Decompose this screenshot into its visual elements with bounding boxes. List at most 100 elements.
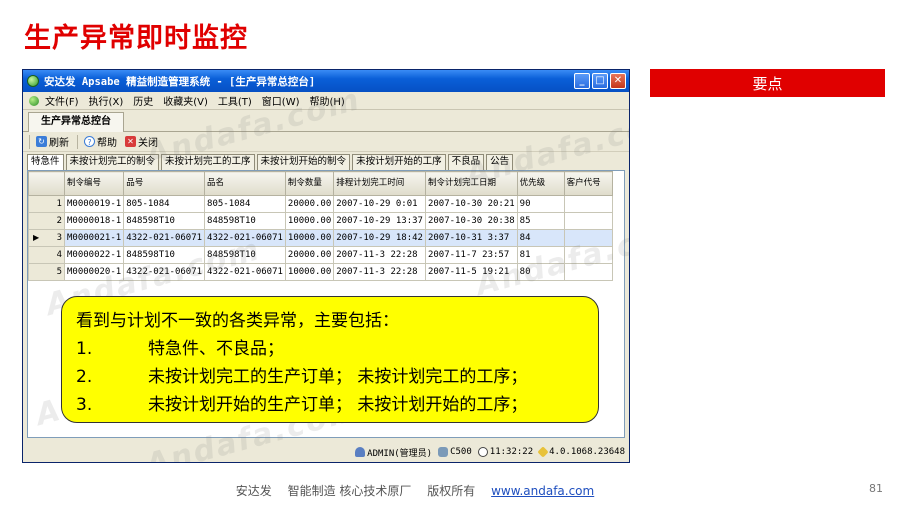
document-tab-strip: 生产异常总控台 [23, 110, 629, 132]
column-header[interactable]: 制令计划完工日期 [424, 171, 518, 196]
tab-defects[interactable]: 不良品 [447, 154, 485, 170]
table-cell[interactable]: 2007-11-3 22:28 [333, 263, 426, 281]
table-cell[interactable]: 848598T10 [204, 212, 286, 230]
tab-process-late-start[interactable]: 未按计划开始的工序 [352, 154, 446, 170]
tab-exception-console[interactable]: 生产异常总控台 [28, 112, 124, 132]
close-button[interactable]: ✕ 关闭 [125, 134, 158, 149]
menu-execute[interactable]: 执行(X) [89, 93, 124, 108]
filter-tab-bar: 特急件 未按计划完工的制令 未按计划完工的工序 未按计划开始的制令 未按计划开始… [23, 154, 629, 170]
menu-tools[interactable]: 工具(T) [218, 93, 252, 108]
table-cell[interactable]: 4322-021-06071 [123, 263, 206, 281]
row-number[interactable]: ▶ 3 [28, 229, 65, 247]
table-cell[interactable]: 2007-10-29 13:37 [333, 212, 426, 230]
column-header[interactable]: 优先级 [516, 171, 565, 196]
table-cell[interactable]: 2007-11-7 23:57 [424, 246, 518, 264]
footer-link[interactable]: www.andafa.com [491, 484, 594, 498]
table-cell[interactable]: 85 [516, 212, 565, 230]
table-cell[interactable]: M0000019-1 [63, 195, 125, 213]
tab-order-late-finish[interactable]: 未按计划完工的制令 [65, 154, 160, 170]
table-row[interactable]: 5 M0000020-1 4322-021-06071 4322-021-06071 1… [28, 263, 613, 281]
table-cell[interactable]: 2007-10-29 0:01 [333, 195, 426, 213]
table-cell[interactable]: 84 [516, 229, 565, 247]
menu-logo-icon [29, 95, 39, 106]
toolbar-separator [77, 134, 78, 149]
table-cell [334, 281, 426, 298]
table-cell[interactable]: 20000.00 [284, 246, 335, 264]
table-cell[interactable] [563, 246, 613, 264]
table-cell[interactable]: M0000022-1 [63, 246, 125, 264]
menu-favorites[interactable]: 收藏夹(V) [163, 93, 208, 108]
row-pointer-icon: ▶ [33, 233, 40, 242]
table-cell[interactable] [563, 229, 613, 247]
row-number[interactable]: 2 [28, 212, 65, 230]
close-icon[interactable]: ✕ [610, 73, 626, 89]
row-number [28, 314, 65, 332]
menu-window[interactable]: 窗口(W) [262, 93, 300, 108]
menu-help[interactable]: 帮助(H) [310, 93, 345, 108]
tab-urgent[interactable]: 特急件 [27, 154, 64, 170]
table-cell[interactable] [563, 263, 613, 281]
table-cell[interactable]: 805-1084 [123, 195, 206, 213]
tab-process-late-finish[interactable]: 未按计划完工的工序 [161, 154, 255, 170]
window-title-bar[interactable]: 安达发 Apsabe 精益制造管理系统 - [生产异常总控台] _ □ ✕ [23, 70, 629, 92]
table-cell[interactable]: 10000.00 [284, 212, 335, 230]
table-cell[interactable]: 10000.00 [284, 263, 335, 281]
slide-title: 生产异常即时监控 [24, 23, 248, 54]
menu-file[interactable]: 文件(F) [45, 93, 79, 108]
table-cell[interactable]: 848598T10 [123, 246, 206, 264]
table-cell[interactable]: 4322-021-06071 [204, 229, 286, 247]
table-cell[interactable]: 80 [516, 263, 565, 281]
table-cell[interactable]: 848598T10 [204, 246, 286, 264]
table-cell[interactable]: 20000.00 [284, 195, 335, 213]
column-header[interactable]: 制令数量 [284, 171, 335, 196]
callout-item-number: 2. [76, 367, 93, 387]
column-header[interactable]: 品名 [204, 171, 286, 196]
table-cell[interactable]: M0000018-1 [63, 212, 125, 230]
column-header[interactable]: 客户代号 [563, 171, 613, 196]
column-header[interactable]: 品号 [123, 171, 206, 196]
table-row[interactable]: 4 M0000022-1 848598T10 848598T10 20000.00 200… [28, 246, 613, 264]
table-cell[interactable]: 4322-021-06071 [123, 229, 206, 247]
row-number[interactable]: 1 [28, 195, 65, 213]
table-cell[interactable]: 2007-10-30 20:21 [424, 195, 518, 213]
table-cell[interactable]: 90 [516, 195, 565, 213]
row-number-text: 3 [56, 233, 62, 243]
table-cell[interactable]: 2007-10-29 18:42 [333, 229, 426, 247]
close-label: 关闭 [138, 138, 158, 149]
refresh-button[interactable]: ↻ 刷新 [36, 134, 69, 149]
row-number[interactable]: 4 [28, 246, 65, 264]
table-cell[interactable]: 4322-021-06071 [204, 263, 286, 281]
help-button[interactable]: ? 帮助 [84, 134, 117, 149]
table-cell[interactable]: 2007-11-3 22:28 [333, 246, 426, 264]
table-cell[interactable]: 848598T10 [123, 212, 206, 230]
callout-item-number: 3. [76, 395, 93, 415]
table-cell[interactable]: M0000021-1 [63, 229, 125, 247]
row-number[interactable]: 5 [28, 263, 65, 281]
table-cell[interactable] [563, 195, 613, 213]
status-db-text: C500 [450, 447, 472, 457]
table-row[interactable]: 2 M0000018-1 848598T10 848598T10 10000.00 200… [28, 212, 613, 230]
table-cell[interactable]: 81 [516, 246, 565, 264]
table-cell[interactable] [563, 212, 613, 230]
tab-announcements[interactable]: 公告 [486, 154, 514, 170]
table-cell[interactable]: 2007-11-5 19:21 [424, 263, 518, 281]
row-number-text: 1 [56, 199, 62, 209]
table-cell[interactable]: 2007-10-30 20:38 [424, 212, 518, 230]
row-number [28, 365, 65, 383]
table-row[interactable]: 1 M0000019-1 805-1084 805-1084 20000.00 2007-… [28, 195, 613, 213]
table-cell[interactable]: 805-1084 [204, 195, 286, 213]
minimize-icon[interactable]: _ [574, 73, 590, 89]
table-row[interactable]: ▶ 3 M0000021-1 4322-021-06071 4322-021-06071… [28, 229, 613, 247]
toolbar: ↻ 刷新 ? 帮助 ✕ 关闭 [23, 132, 629, 152]
table-cell [285, 281, 333, 298]
menu-history[interactable]: 历史 [133, 93, 153, 108]
table-cell[interactable]: M0000020-1 [63, 263, 125, 281]
column-header[interactable]: 制令编号 [63, 171, 125, 196]
tab-order-late-start[interactable]: 未按计划开始的制令 [256, 154, 351, 170]
maximize-icon[interactable]: □ [592, 73, 608, 89]
column-header[interactable]: 排程计划完工时间 [333, 171, 426, 196]
status-user-text: ADMIN(管理员) [367, 448, 433, 459]
table-cell[interactable]: 10000.00 [284, 229, 335, 247]
table-cell[interactable]: 2007-10-31 3:37 [424, 229, 518, 247]
footer-company: 安达发 [235, 484, 272, 498]
